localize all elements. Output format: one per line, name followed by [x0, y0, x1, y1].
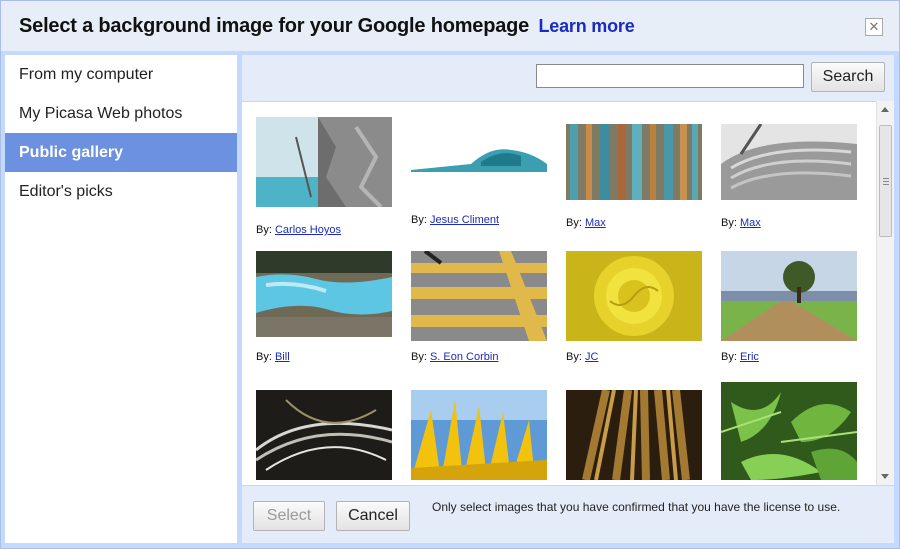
close-icon: ✕	[868, 19, 880, 34]
gallery-panel: Search By: Carlos Hoyos By: Jesus Climen…	[242, 55, 894, 543]
author-link[interactable]: Jesus Climent	[430, 214, 499, 226]
sidebar-item-editors-picks[interactable]: Editor's picks	[5, 172, 237, 211]
photo-thumbnail[interactable]	[411, 142, 547, 190]
author-link[interactable]: Bill	[275, 351, 290, 363]
gallery-scrollbar[interactable]	[876, 101, 894, 485]
source-sidebar: From my computer My Picasa Web photos Pu…	[5, 55, 237, 543]
photo-credit: By: Max	[566, 217, 606, 229]
learn-more-link[interactable]: Learn more	[538, 16, 634, 36]
sidebar-item-public-gallery[interactable]: Public gallery	[5, 133, 237, 172]
photo-credit: By: Jesus Climent	[411, 214, 500, 226]
sidebar-item-label: Public gallery	[19, 144, 124, 161]
photo-thumbnail[interactable]	[721, 382, 857, 480]
author-link[interactable]: Max	[585, 217, 606, 229]
photo-thumbnail[interactable]	[411, 390, 547, 480]
dialog-title: Select a background image for your Googl…	[19, 15, 635, 38]
sidebar-item-label: My Picasa Web photos	[19, 105, 183, 122]
search-button[interactable]: Search	[811, 62, 885, 92]
author-link[interactable]: Max	[740, 217, 761, 229]
scroll-thumb[interactable]	[879, 125, 892, 237]
photo-credit: By: S. Eon Corbin	[411, 351, 499, 363]
license-note: Only select images that you have confirm…	[432, 500, 841, 514]
author-link[interactable]: Carlos Hoyos	[275, 224, 341, 236]
dialog-titlebar: Select a background image for your Googl…	[1, 1, 899, 51]
photo-thumbnail[interactable]	[256, 117, 392, 207]
photo-credit: By: Max	[721, 217, 761, 229]
photo-grid: By: Carlos Hoyos By: Jesus Climent By: M…	[242, 101, 894, 485]
photo-credit: By: Bill	[256, 351, 290, 363]
photo-thumbnail[interactable]	[256, 251, 392, 337]
search-bar: Search	[242, 55, 894, 101]
sidebar-item-from-my-computer[interactable]: From my computer	[5, 55, 237, 94]
select-button[interactable]: Select	[253, 501, 325, 531]
photo-credit: By: Eric	[721, 351, 759, 363]
photo-thumbnail[interactable]	[721, 124, 857, 200]
photo-thumbnail[interactable]	[566, 251, 702, 341]
photo-thumbnail[interactable]	[721, 251, 857, 341]
photo-thumbnail[interactable]	[566, 390, 702, 480]
cancel-button[interactable]: Cancel	[336, 501, 410, 531]
author-link[interactable]: JC	[585, 351, 598, 363]
author-link[interactable]: Eric	[740, 351, 759, 363]
author-link[interactable]: S. Eon Corbin	[430, 351, 498, 363]
grip-icon	[883, 178, 889, 185]
dialog-title-text: Select a background image for your Googl…	[19, 15, 530, 37]
scroll-up-arrow-icon[interactable]	[881, 107, 889, 112]
photo-credit: By: JC	[566, 351, 599, 363]
photo-thumbnail[interactable]	[256, 390, 392, 480]
photo-credit: By: Carlos Hoyos	[256, 224, 341, 236]
photo-thumbnail[interactable]	[566, 124, 702, 200]
sidebar-item-label: From my computer	[19, 66, 154, 83]
close-button[interactable]: ✕	[865, 18, 883, 36]
dialog-footer: Select Cancel Only select images that yo…	[242, 485, 894, 543]
sidebar-item-label: Editor's picks	[19, 183, 113, 200]
search-input[interactable]	[536, 64, 804, 88]
background-image-dialog: Select a background image for your Googl…	[0, 0, 900, 549]
photo-thumbnail[interactable]	[411, 251, 547, 341]
scroll-down-arrow-icon[interactable]	[881, 474, 889, 479]
sidebar-item-my-picasa-web-photos[interactable]: My Picasa Web photos	[5, 94, 237, 133]
